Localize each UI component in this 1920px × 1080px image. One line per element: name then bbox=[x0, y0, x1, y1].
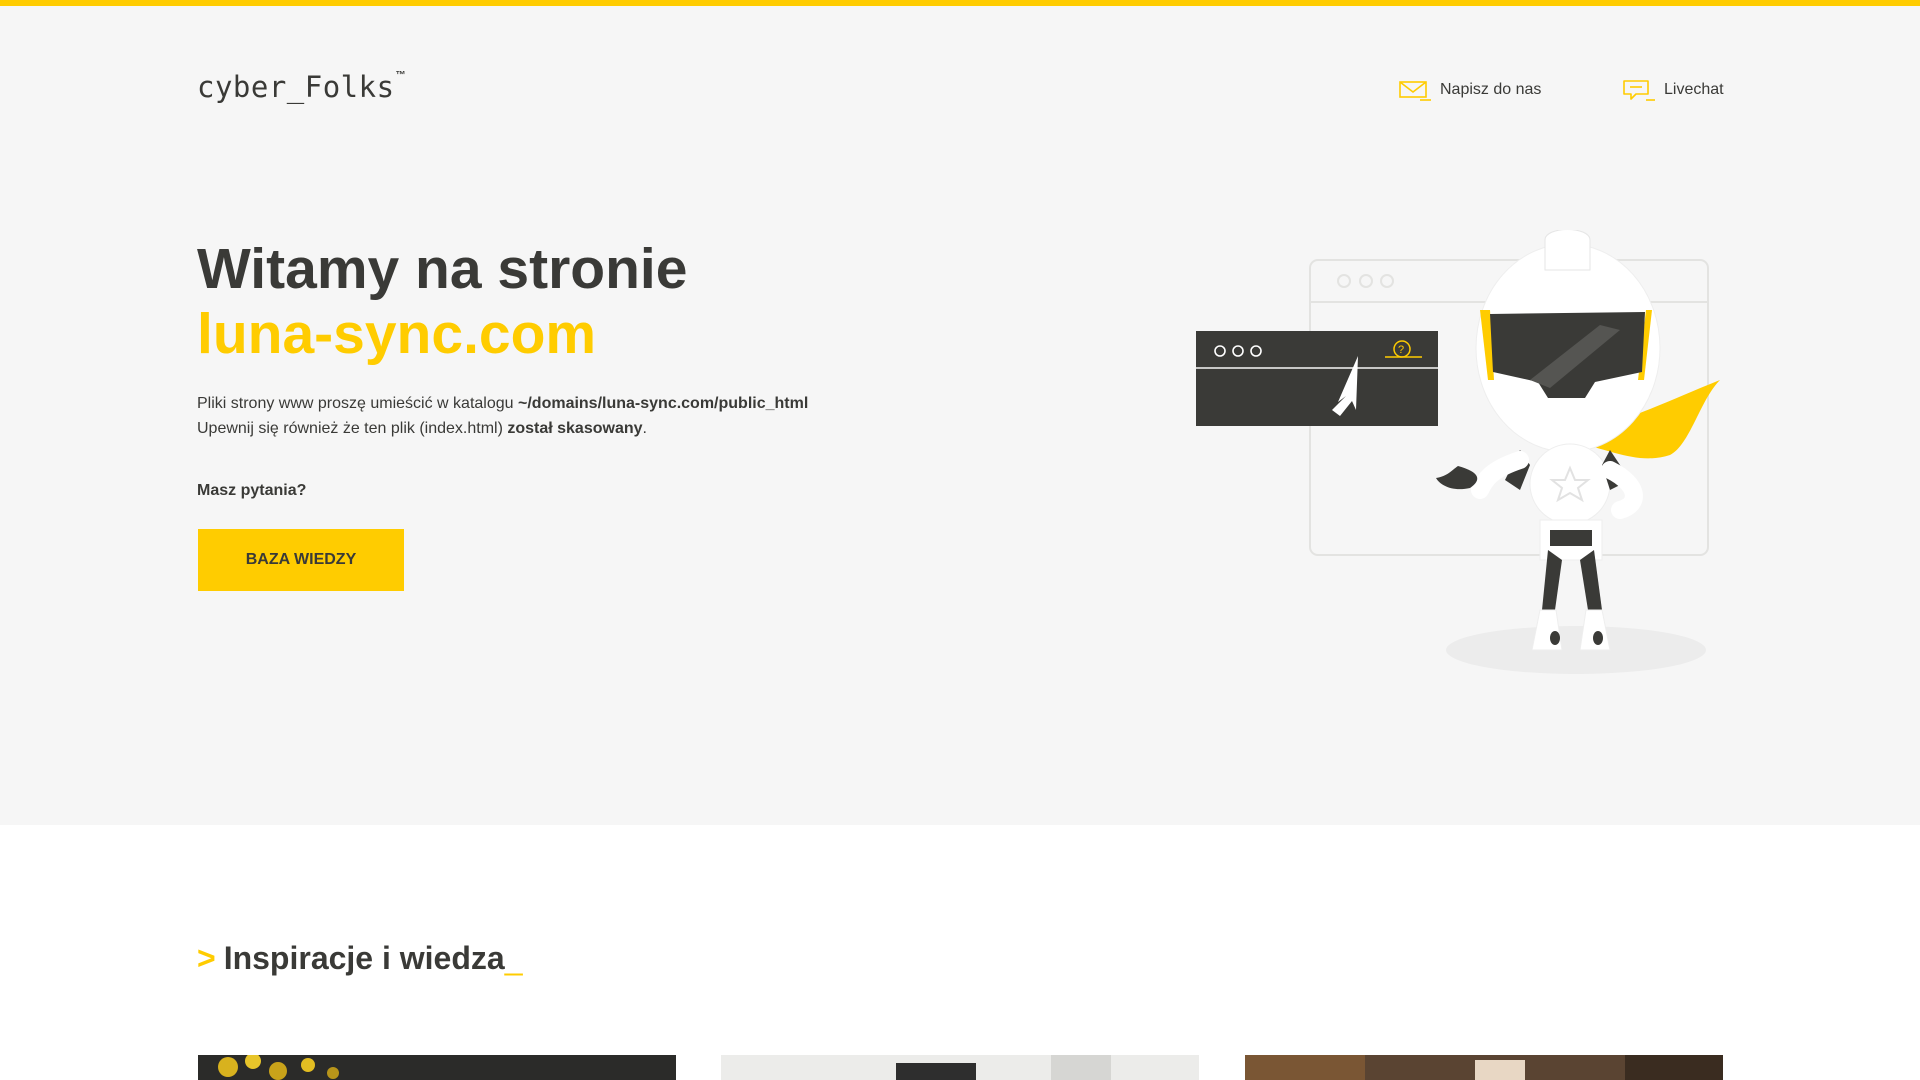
cyberfolks-logo[interactable]: cyber_Folks™ bbox=[197, 70, 406, 104]
svg-text:?: ? bbox=[1398, 344, 1404, 356]
questions-heading: Masz pytania? bbox=[197, 482, 307, 499]
article-card[interactable] bbox=[198, 1055, 676, 1080]
prompt-symbol: > bbox=[197, 940, 216, 976]
livechat-link[interactable]: Livechat bbox=[1622, 78, 1724, 102]
dark-browser-panel: ? bbox=[1196, 331, 1438, 426]
laptop-desk-photo bbox=[721, 1055, 1199, 1080]
contact-us-label: Napisz do nas bbox=[1440, 81, 1542, 98]
instructions-prefix: Pliki strony www proszę umieścić w katal… bbox=[197, 395, 518, 412]
livechat-label: Livechat bbox=[1664, 81, 1724, 98]
inspiration-section-title: > Inspiracje i wiedza_ bbox=[197, 940, 522, 977]
title-domain: luna-sync.com bbox=[197, 302, 597, 366]
contact-us-link[interactable]: Napisz do nas bbox=[1398, 78, 1541, 102]
article-card[interactable] bbox=[721, 1055, 1199, 1080]
instructions-line-2: Upewnij się również że ten plik (index.h… bbox=[197, 416, 808, 441]
public-html-path: ~/domains/luna-sync.com/public_html bbox=[518, 395, 809, 412]
envelope-icon bbox=[1398, 78, 1432, 102]
title-welcome: Witamy na stronie bbox=[197, 237, 688, 301]
knowledge-base-button[interactable]: BAZA WIEDZY bbox=[198, 529, 404, 591]
section-title-text: Inspiracje i wiedza bbox=[223, 940, 505, 976]
robot-illustration: ? bbox=[1190, 229, 1730, 680]
warm-interior-photo bbox=[1245, 1055, 1723, 1080]
yellow-flowers-photo bbox=[198, 1055, 676, 1080]
instructions-deleted: został skasowany bbox=[507, 420, 643, 437]
instructions-period: . bbox=[642, 420, 647, 437]
instructions-line2-prefix: Upewnij się również że ten plik (index.h… bbox=[197, 420, 508, 437]
cursor-symbol: _ bbox=[504, 940, 523, 976]
article-card[interactable] bbox=[1245, 1055, 1723, 1080]
trademark-sign: ™ bbox=[395, 70, 407, 82]
instructions-text: Pliki strony www proszę umieścić w katal… bbox=[197, 391, 808, 441]
chat-bubble-icon bbox=[1622, 78, 1656, 102]
instructions-line-1: Pliki strony www proszę umieścić w katal… bbox=[197, 391, 808, 416]
logo-text: cyber_Folks bbox=[197, 70, 395, 104]
page-title: Witamy na stronie luna-sync.com bbox=[197, 237, 687, 367]
